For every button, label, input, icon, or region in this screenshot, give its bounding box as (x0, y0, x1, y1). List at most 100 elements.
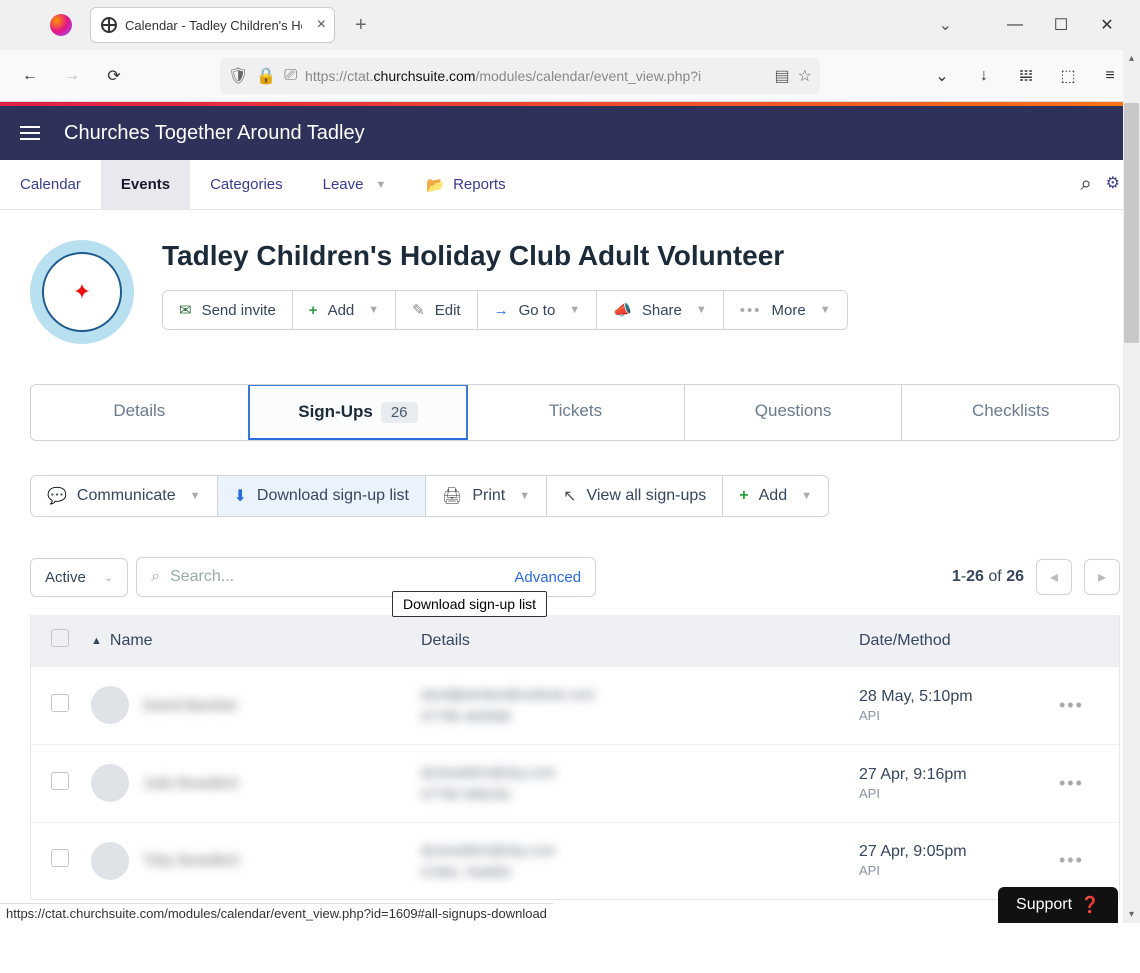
communicate-button[interactable]: 💬Communicate▼ (30, 475, 218, 517)
nav-reports[interactable]: 📂Reports (406, 160, 525, 210)
back-button[interactable]: ← (14, 60, 46, 92)
print-button[interactable]: 🖨Print▼ (425, 475, 547, 517)
nav-leave[interactable]: Leave▼ (303, 160, 407, 210)
downloads-icon[interactable]: ↓ (968, 60, 1000, 92)
share-button[interactable]: 📣Share▼ (597, 291, 724, 329)
row-name: David Bamber (143, 697, 238, 714)
row-actions-icon[interactable]: ••• (1059, 850, 1099, 871)
goto-button[interactable]: →Go to▼ (478, 291, 598, 329)
site-favicon-icon (101, 17, 117, 33)
download-signups-button[interactable]: ⬇ Download sign-up list (217, 475, 426, 517)
nav-events[interactable]: Events (101, 160, 190, 210)
chevron-down-icon: ⌄ (104, 571, 113, 584)
viewall-label: View all sign-ups (587, 487, 707, 505)
table-toolbar: 💬Communicate▼ ⬇ Download sign-up list 🖨Pr… (30, 475, 1120, 517)
scrollbar[interactable]: ▴ ▾ (1123, 50, 1140, 923)
forward-button[interactable]: → (56, 60, 88, 92)
support-button[interactable]: Support❓ (998, 887, 1118, 923)
new-tab-button[interactable]: + (347, 10, 375, 41)
shield-icon[interactable]: 🛡 (228, 66, 248, 86)
col-name[interactable]: ▲Name (91, 632, 421, 650)
filter-row: Active⌄ ⌕ Advanced 1-26 of 26 ◂ ▸ (30, 557, 1120, 597)
signups-count-badge: 26 (381, 402, 418, 423)
nav-calendar[interactable]: Calendar (0, 160, 101, 210)
view-all-signups-button[interactable]: ↖ View all sign-ups (546, 475, 723, 517)
settings-gear-icon[interactable]: ⚙ (1106, 173, 1120, 196)
col-details[interactable]: Details (421, 632, 859, 650)
row-checkbox[interactable] (51, 849, 69, 867)
row-checkbox[interactable] (51, 772, 69, 790)
pocket-icon[interactable]: ⌄ (926, 60, 958, 92)
tabs-dropdown-icon[interactable]: ⌄ (939, 15, 952, 35)
url-bar[interactable]: 🛡 🔒 ⎚ https://ctat.churchsuite.com/modul… (220, 58, 820, 94)
row-details: davidjbamber@outlook.com07786 464566 (421, 683, 859, 728)
nav-reports-label: Reports (453, 176, 506, 193)
send-invite-button[interactable]: ✉Send invite (163, 291, 293, 329)
library-icon[interactable]: 𝍐 (1010, 60, 1042, 92)
chat-icon: 💬 (47, 486, 67, 506)
search-input[interactable] (170, 568, 504, 586)
row-actions-icon[interactable]: ••• (1059, 773, 1099, 794)
row-name: Julie Bowditch (143, 775, 239, 792)
window-controls: ⌄ — ☐ ✕ (939, 0, 1130, 50)
dots-horizontal-icon: ••• (740, 302, 762, 319)
prev-page-button[interactable]: ◂ (1036, 559, 1072, 595)
search-icon[interactable]: ⌕ (1080, 173, 1091, 196)
chevron-down-icon: ▼ (820, 304, 831, 316)
avatar (91, 686, 129, 724)
add-button[interactable]: +Add▼ (293, 291, 396, 329)
arrow-right-icon: → (494, 302, 509, 319)
chevron-down-icon: ▼ (190, 490, 201, 502)
reader-mode-icon[interactable]: ▤ (775, 66, 790, 86)
firefox-logo-icon (50, 14, 72, 36)
download-icon: ⬇ (234, 486, 247, 506)
app-menu-icon[interactable]: ≡ (1094, 60, 1126, 92)
maximize-button[interactable]: ☐ (1038, 10, 1084, 40)
edit-button[interactable]: ✎Edit (396, 291, 477, 329)
lock-icon[interactable]: 🔒 (256, 66, 276, 86)
plus-icon: + (309, 302, 318, 319)
tab-signups[interactable]: Sign-Ups 26 (248, 384, 469, 441)
event-tabs: Details Sign-Ups 26 Tickets Questions Che… (30, 384, 1120, 441)
scroll-down-icon[interactable]: ▾ (1123, 906, 1140, 923)
menu-icon[interactable] (20, 126, 40, 140)
bookmark-star-icon[interactable]: ☆ (798, 66, 812, 86)
row-actions-icon[interactable]: ••• (1059, 695, 1099, 716)
row-checkbox[interactable] (51, 694, 69, 712)
tab-signups-label: Sign-Ups (298, 402, 373, 421)
table-row[interactable]: David Bamber davidjbamber@outlook.com077… (31, 666, 1119, 744)
status-bar: https://ctat.churchsuite.com/modules/cal… (0, 903, 553, 923)
permissions-icon[interactable]: ⎚ (284, 67, 297, 85)
table-row[interactable]: Toby Bowditch dj.bowditch@sky.com07891 7… (31, 822, 1119, 900)
close-tab-icon[interactable]: × (317, 16, 326, 34)
url-text: https://ctat.churchsuite.com/modules/cal… (305, 68, 701, 84)
sort-asc-icon: ▲ (91, 635, 102, 647)
select-all-checkbox[interactable] (51, 629, 69, 647)
status-filter[interactable]: Active⌄ (30, 558, 128, 597)
scroll-thumb[interactable] (1124, 103, 1139, 343)
table-row[interactable]: Julie Bowditch dj.bowditch@sky.com07780 … (31, 744, 1119, 822)
cursor-icon: ↖ (563, 486, 576, 506)
col-date[interactable]: Date/Method (859, 632, 1059, 650)
chevron-down-icon: ▼ (519, 490, 530, 502)
close-window-button[interactable]: ✕ (1084, 10, 1130, 40)
tab-questions[interactable]: Questions (685, 385, 903, 440)
tab-tickets[interactable]: Tickets (467, 385, 685, 440)
browser-tab[interactable]: Calendar - Tadley Children's Ho × (90, 7, 335, 43)
scroll-up-icon[interactable]: ▴ (1123, 50, 1140, 67)
nav-categories[interactable]: Categories (190, 160, 303, 210)
advanced-search-link[interactable]: Advanced (514, 569, 581, 586)
avatar (91, 842, 129, 880)
tab-details[interactable]: Details (31, 385, 249, 440)
download-label: Download sign-up list (257, 487, 409, 505)
reload-button[interactable]: ⟳ (98, 60, 130, 92)
more-label: More (772, 302, 806, 319)
extensions-icon[interactable]: ⬚ (1052, 60, 1084, 92)
tab-checklists[interactable]: Checklists (902, 385, 1119, 440)
row-date: 28 May, 5:10pm (859, 688, 1059, 706)
add-signup-button[interactable]: +Add▼ (722, 475, 829, 517)
plus-icon: + (739, 487, 748, 505)
more-button[interactable]: ••• More ▼ (724, 291, 847, 329)
minimize-button[interactable]: — (992, 10, 1038, 40)
next-page-button[interactable]: ▸ (1084, 559, 1120, 595)
